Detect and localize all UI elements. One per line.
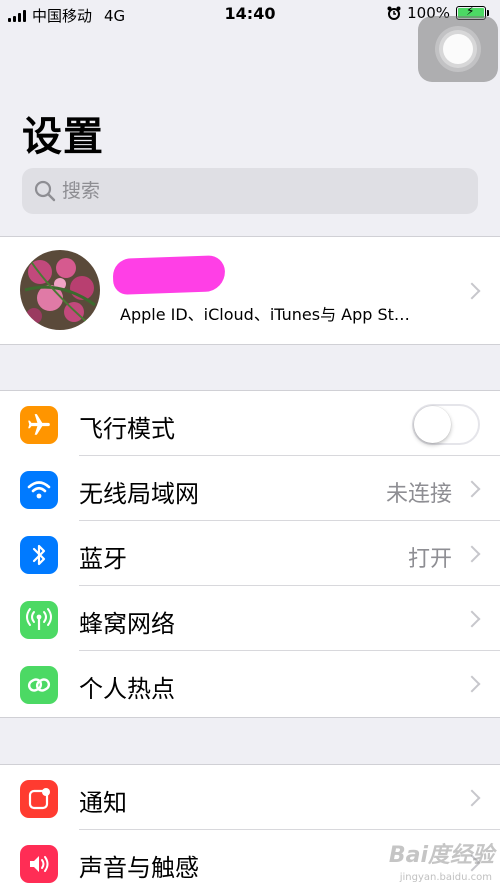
settings-row-label: 飞行模式 <box>79 415 175 443</box>
wifi-status-value: 未连接 <box>385 482 452 507</box>
airplane-mode-toggle[interactable] <box>412 404 480 445</box>
search-bar[interactable] <box>22 168 478 214</box>
settings-row-personal-hotspot[interactable]: 个人热点 <box>0 651 500 716</box>
sound-icon <box>20 845 58 883</box>
watermark-url: jingyan.baidu.com <box>399 872 492 883</box>
alarm-icon <box>387 6 401 20</box>
settings-row-label: 声音与触感 <box>79 854 199 882</box>
avatar <box>20 250 100 330</box>
chevron-right-icon <box>463 610 481 628</box>
cellular-icon <box>20 601 58 639</box>
settings-row-notifications[interactable]: 通知 <box>0 765 500 830</box>
assistive-touch-button[interactable] <box>418 16 498 82</box>
notifications-group: 通知 声音与触感 <box>0 764 500 889</box>
watermark-logo: Bai度经验 <box>388 843 494 868</box>
settings-row-label: 蓝牙 <box>79 545 127 573</box>
page-title: 设置 <box>22 114 104 160</box>
search-icon <box>34 180 56 202</box>
settings-row-wifi[interactable]: 无线局域网 未连接 <box>0 456 500 521</box>
chevron-right-icon <box>463 282 481 300</box>
settings-row-bluetooth[interactable]: 蓝牙 打开 <box>0 521 500 586</box>
chevron-right-icon <box>463 545 481 563</box>
toggle-knob <box>414 406 451 443</box>
settings-row-cellular[interactable]: 蜂窝网络 <box>0 586 500 651</box>
settings-screen: 中国移动 4G 14:40 100% ⚡ 设置 搜索 Apple ID、iClo… <box>0 0 500 889</box>
search-input[interactable] <box>62 180 462 202</box>
redacted-name <box>112 255 226 295</box>
settings-row-label: 个人热点 <box>79 675 175 703</box>
settings-row-label: 通知 <box>79 789 127 817</box>
settings-row-airplane-mode[interactable]: 飞行模式 <box>0 391 500 456</box>
chevron-right-icon <box>463 789 481 807</box>
connectivity-group: 飞行模式 无线局域网 未连接 蓝牙 打开 蜂窝网络 个人热点 <box>0 390 500 718</box>
notifications-icon <box>20 780 58 818</box>
profile-subtitle: Apple ID、iCloud、iTunes与 App St… <box>120 305 410 324</box>
assistive-touch-ring <box>443 34 473 64</box>
wifi-icon <box>20 471 58 509</box>
chevron-right-icon <box>463 675 481 693</box>
settings-row-label: 蜂窝网络 <box>79 610 175 638</box>
chevron-right-icon <box>463 480 481 498</box>
apple-id-profile-row[interactable]: Apple ID、iCloud、iTunes与 App St… <box>0 236 500 345</box>
bluetooth-status-value: 打开 <box>407 547 452 572</box>
bluetooth-icon <box>20 536 58 574</box>
settings-row-label: 无线局域网 <box>79 480 199 508</box>
airplane-icon <box>20 406 58 444</box>
hotspot-icon <box>20 666 58 704</box>
